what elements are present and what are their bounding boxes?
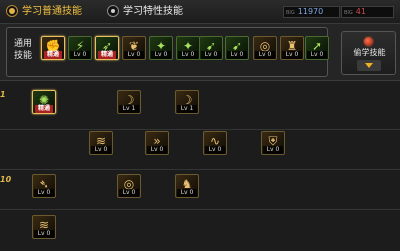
skill-level-label: Lv 0	[263, 146, 283, 154]
skill-points-red: BIG 41	[341, 6, 394, 18]
skill-slot[interactable]: ≋ Lv 0	[89, 131, 113, 155]
tab-normal-radio[interactable]	[6, 5, 18, 17]
skill-level-label: Lv 0	[34, 189, 54, 197]
row-divider	[0, 129, 400, 130]
skill-points-blue: BIG 11970	[283, 6, 340, 18]
skill-slot[interactable]: ✺ 精通	[32, 90, 56, 114]
skill-level-label: Lv 0	[177, 189, 197, 197]
skill-level-label: Lv 1	[177, 105, 197, 113]
skill-slot[interactable]: ➹ Lv 0	[199, 36, 223, 60]
common-skills-label: 通用技能	[14, 39, 33, 61]
skill-level-label: Lv 0	[70, 51, 90, 59]
skill-slot[interactable]: ♜ Lv 0	[280, 36, 304, 60]
learn-skill-button[interactable]: 偷学技能	[341, 31, 396, 75]
skill-level-label: Lv 0	[34, 230, 54, 238]
skill-tree: 1 10 ✺ 精通 ☽ Lv 1 ☽ Lv 1 ≋ Lv 0» Lv 0 ∿ Lv 0 ⛨ Lv 0 ➴ L…	[0, 81, 400, 251]
skill-level-label: Lv 0	[282, 51, 302, 59]
tab-special-skills[interactable]: 学习特性技能	[123, 5, 183, 18]
gem-icon	[363, 36, 374, 47]
skill-slot[interactable]: ➶ 精通	[95, 36, 119, 60]
skill-level-label: Lv 0	[201, 51, 221, 59]
row-divider	[0, 169, 400, 170]
currency-blue-tag: BIG	[286, 10, 295, 16]
skill-level-label: Lv 0	[119, 189, 139, 197]
skill-slot[interactable]: ∿ Lv 0	[203, 131, 227, 155]
currency-red-tag: BIG	[344, 10, 353, 16]
skill-level-label: Lv 0	[91, 146, 111, 154]
skill-slot[interactable]: ♞ Lv 0	[175, 174, 199, 198]
common-skills-bar: 通用技能 ✊ 精通 ⚡ Lv 0 ➶ 精通 ❦ Lv 0 ✦ Lv 0 ✦ Lv 0 ➹ Lv 0 ➹ Lv …	[0, 24, 400, 81]
tab-special-radio[interactable]	[107, 5, 119, 17]
skill-slot[interactable]: ✦ Lv 0	[176, 36, 200, 60]
skill-slot[interactable]: ≋ Lv 0	[32, 215, 56, 239]
skill-level-label: Lv 1	[119, 105, 139, 113]
skill-level-label: Lv 0	[151, 51, 171, 59]
currency-blue-value: 11970	[297, 7, 324, 16]
row-divider	[0, 209, 400, 210]
skill-tab-bar: 学习普通技能 学习特性技能 BIG 11970 BIG 41	[0, 0, 400, 24]
mastered-badge: 精通	[98, 51, 116, 59]
tab-normal-skills[interactable]: 学习普通技能	[22, 5, 82, 18]
skill-level-label: Lv 0	[147, 146, 167, 154]
row-level-10: 10	[0, 175, 12, 184]
skill-slot[interactable]: ◎ Lv 0	[117, 174, 141, 198]
skill-level-label: Lv 0	[205, 146, 225, 154]
row-level-1: 1	[0, 90, 6, 99]
skill-slot[interactable]: ☽ Lv 1	[175, 90, 199, 114]
skill-slot[interactable]: ➹ Lv 0	[225, 36, 249, 60]
skill-slot[interactable]: ⚡ Lv 0	[68, 36, 92, 60]
skill-slot[interactable]: ⛨ Lv 0	[261, 131, 285, 155]
skill-level-label: Lv 0	[178, 51, 198, 59]
skill-slot[interactable]: ✦ Lv 0	[149, 36, 173, 60]
skill-level-label: Lv 0	[124, 51, 144, 59]
skill-level-label: Lv 0	[307, 51, 327, 59]
skill-slot[interactable]: ☽ Lv 1	[117, 90, 141, 114]
skill-slot[interactable]: ➴ Lv 0	[32, 174, 56, 198]
skill-slot[interactable]: ◎ Lv 0	[253, 36, 277, 60]
mastered-badge: 精通	[44, 51, 62, 59]
skill-slot[interactable]: ❦ Lv 0	[122, 36, 146, 60]
skill-slot[interactable]: ✊ 精通	[41, 36, 65, 60]
skill-slot[interactable]: ➚ Lv 0	[305, 36, 329, 60]
skill-slot[interactable]: » Lv 0	[145, 131, 169, 155]
learn-skill-label: 偷学技能	[353, 48, 386, 57]
dropdown-arrow-icon[interactable]	[357, 60, 381, 71]
skill-level-label: Lv 0	[255, 51, 275, 59]
mastered-badge: 精通	[35, 105, 53, 113]
skill-level-label: Lv 0	[227, 51, 247, 59]
currency-red-value: 41	[355, 7, 366, 16]
